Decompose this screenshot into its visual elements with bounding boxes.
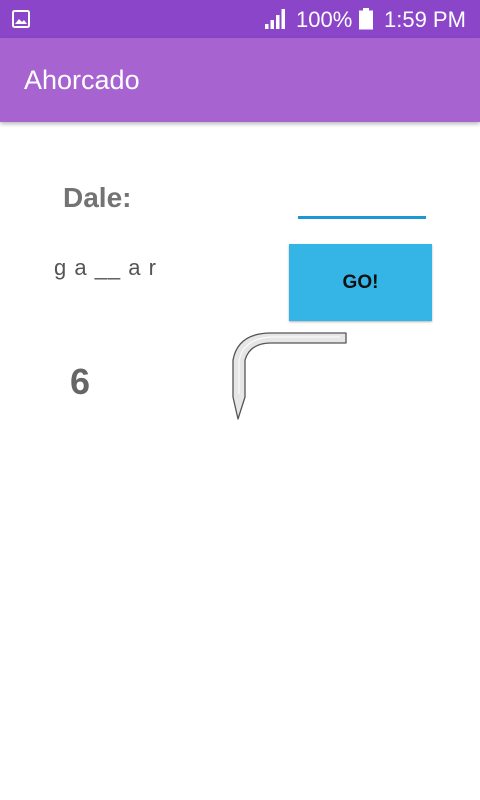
- app-title: Ahorcado: [24, 65, 140, 95]
- signal-icon: [265, 9, 285, 29]
- battery-percent: 100%: [296, 7, 353, 32]
- guess-input[interactable]: [298, 186, 426, 219]
- remaining-attempts-count: 6: [70, 361, 91, 402]
- hidden-word-display: g a __ a r: [54, 255, 157, 280]
- image-notification-icon: [12, 10, 30, 28]
- status-bar: 100% 1:59 PM: [0, 0, 480, 38]
- app-bar: Ahorcado: [0, 38, 480, 122]
- battery-icon: [359, 8, 373, 30]
- guess-prompt-label: Dale:: [63, 182, 132, 213]
- go-button[interactable]: GO!: [289, 244, 432, 321]
- gallows-hook-image: [232, 332, 347, 420]
- clock: 1:59 PM: [384, 7, 466, 32]
